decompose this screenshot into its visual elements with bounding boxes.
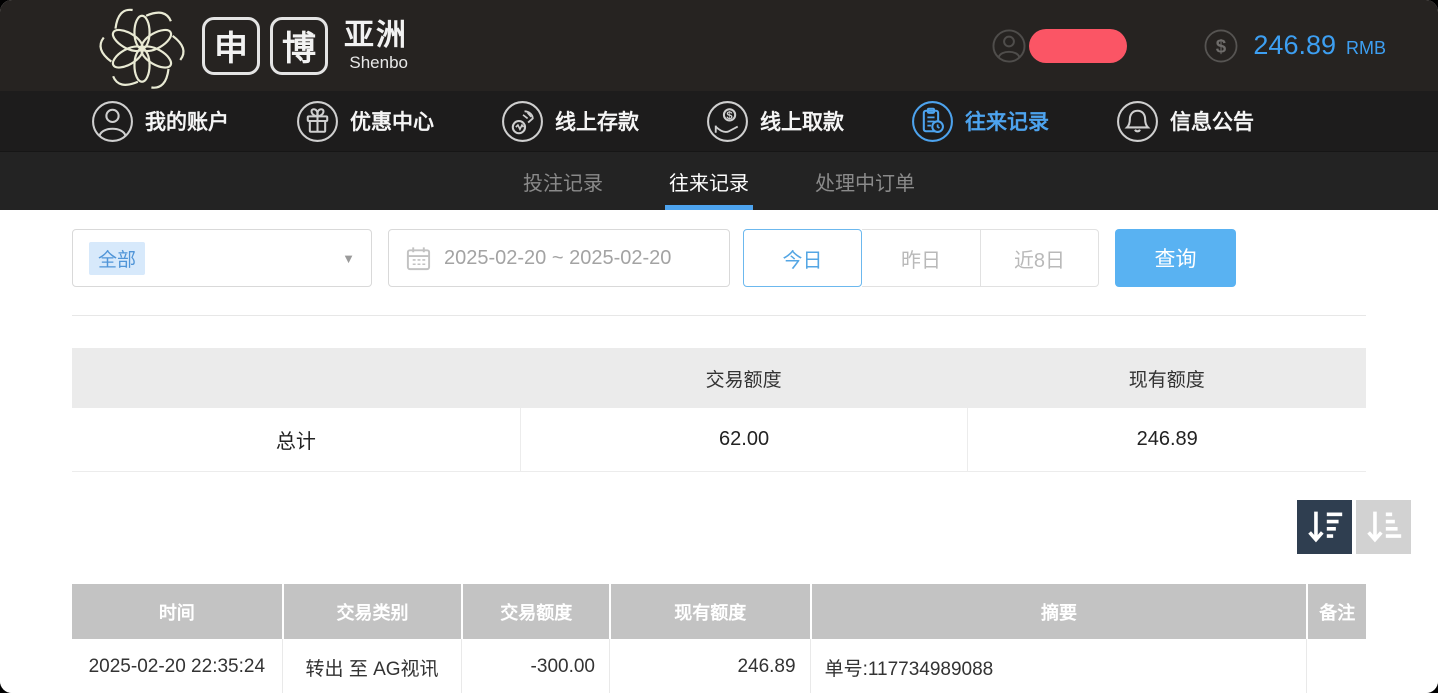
brand-char-1: 申: [202, 17, 260, 75]
app-window: 申 博 亚洲 Shenbo $: [0, 0, 1438, 693]
records-table-header: 时间 交易类别 交易额度 现有额度 摘要 备注: [72, 584, 1366, 639]
chevron-down-icon: ▼: [342, 251, 355, 266]
tab-pending-orders[interactable]: 处理中订单: [811, 152, 919, 210]
nav-label: 优惠中心: [350, 106, 434, 136]
col-header-note: 备注: [1306, 584, 1366, 639]
col-header-type: 交易类别: [282, 584, 462, 639]
nav-label: 我的账户: [145, 106, 229, 136]
brand-logo[interactable]: 申 博 亚洲 Shenbo: [96, 2, 408, 90]
brand-suffix-zh: 亚洲: [344, 21, 408, 51]
cell-balance: 246.89: [609, 639, 810, 693]
col-header-trade-amount: 交易额度: [461, 584, 609, 639]
nav-item-announcements[interactable]: 信息公告: [1115, 99, 1254, 144]
brand-char-2: 博: [270, 17, 328, 75]
summary-table: 交易额度 现有额度 总计 62.00 246.89: [72, 348, 1366, 472]
balance-amount: 246.89: [1253, 30, 1336, 61]
summary-total-balance: 246.89: [967, 408, 1366, 471]
table-row: 2025-02-20 22:35:24 转出 至 AG视讯 -300.00 24…: [72, 639, 1366, 693]
category-selected-chip: 全部: [89, 242, 145, 275]
brand-suffix-en: Shenbo: [349, 54, 408, 71]
col-header-time: 时间: [72, 584, 282, 639]
search-button[interactable]: 查询: [1115, 229, 1236, 287]
tab-transaction-records[interactable]: 往来记录: [665, 152, 753, 210]
avatar-icon: [991, 28, 1027, 64]
cell-trade-amount: -300.00: [461, 639, 609, 693]
nav-item-promotions[interactable]: 优惠中心: [295, 99, 434, 144]
deposit-hand-coin-icon: [500, 99, 545, 144]
balance-display[interactable]: $ 246.89 RMB: [1203, 28, 1386, 64]
nav-item-my-account[interactable]: 我的账户: [90, 99, 229, 144]
nav-label: 往来记录: [965, 106, 1049, 136]
cell-summary: 单号:117734989088: [810, 639, 1307, 693]
flower-logo-icon: [96, 2, 188, 90]
records-clipboard-clock-icon: [910, 99, 955, 144]
summary-table-header: 交易额度 现有额度: [72, 348, 1366, 408]
svg-text:$: $: [726, 109, 733, 121]
nav-item-transaction-records[interactable]: 往来记录: [910, 99, 1049, 144]
summary-header-empty: [72, 348, 520, 408]
content-area: 全部 ▼ 2025-02-20 ~ 2025-02-20 今日 昨日 近8日 查…: [0, 210, 1438, 693]
col-header-balance: 现有额度: [609, 584, 810, 639]
nav-label: 线上取款: [760, 106, 844, 136]
divider: [72, 315, 1366, 316]
quick-button-last-8-days[interactable]: 近8日: [980, 229, 1099, 287]
category-select[interactable]: 全部 ▼: [72, 229, 372, 287]
quick-button-today[interactable]: 今日: [743, 229, 862, 287]
nav-item-online-deposit[interactable]: 线上存款: [500, 99, 639, 144]
tab-betting-records[interactable]: 投注记录: [519, 152, 607, 210]
brand-suffix: 亚洲 Shenbo: [344, 21, 408, 71]
sort-controls: [0, 472, 1438, 554]
quick-button-yesterday[interactable]: 昨日: [862, 229, 981, 287]
quick-date-buttons: 今日 昨日 近8日: [743, 229, 1099, 287]
sort-ascending-icon: [1364, 508, 1404, 546]
cell-time: 2025-02-20 22:35:24: [72, 639, 282, 693]
balance-currency: RMB: [1346, 32, 1386, 59]
svg-text:$: $: [1216, 35, 1227, 56]
records-table: 时间 交易类别 交易额度 现有额度 摘要 备注 2025-02-20 22:35…: [72, 584, 1366, 693]
record-subtabs: 投注记录 往来记录 处理中订单: [0, 152, 1438, 210]
summary-total-trade-amount: 62.00: [520, 408, 968, 471]
main-navigation: 我的账户 优惠中心 线上存款: [0, 91, 1438, 152]
date-range-input[interactable]: 2025-02-20 ~ 2025-02-20: [388, 229, 730, 287]
gift-icon: [295, 99, 340, 144]
sort-ascending-button[interactable]: [1356, 500, 1411, 554]
summary-total-row: 总计 62.00 246.89: [72, 408, 1366, 472]
nav-label: 线上存款: [555, 106, 639, 136]
date-range-value: 2025-02-20 ~ 2025-02-20: [444, 247, 671, 270]
summary-header-trade-amount: 交易额度: [520, 348, 968, 408]
cell-type: 转出 至 AG视讯: [282, 639, 462, 693]
dollar-coin-icon: $: [1203, 28, 1239, 64]
sort-descending-button[interactable]: [1297, 500, 1352, 554]
nav-item-online-withdrawal[interactable]: $ 线上取款: [705, 99, 844, 144]
calendar-icon: [405, 245, 432, 272]
sort-descending-icon: [1305, 508, 1345, 546]
filter-row: 全部 ▼ 2025-02-20 ~ 2025-02-20 今日 昨日 近8日 查…: [0, 210, 1438, 287]
cell-note: [1306, 639, 1366, 693]
brand-name-boxes: 申 博: [202, 17, 328, 75]
topbar-right: $ 246.89 RMB: [991, 28, 1386, 64]
summary-header-balance: 现有额度: [967, 348, 1366, 408]
bell-icon: [1115, 99, 1160, 144]
user-account-chip[interactable]: [991, 28, 1127, 64]
top-header: 申 博 亚洲 Shenbo $: [0, 0, 1438, 91]
username-redacted-pill: [1029, 29, 1127, 63]
nav-label: 信息公告: [1170, 106, 1254, 136]
user-circle-icon: [90, 99, 135, 144]
summary-total-label: 总计: [72, 408, 520, 471]
withdraw-hand-coin-icon: $: [705, 99, 750, 144]
col-header-summary: 摘要: [810, 584, 1307, 639]
